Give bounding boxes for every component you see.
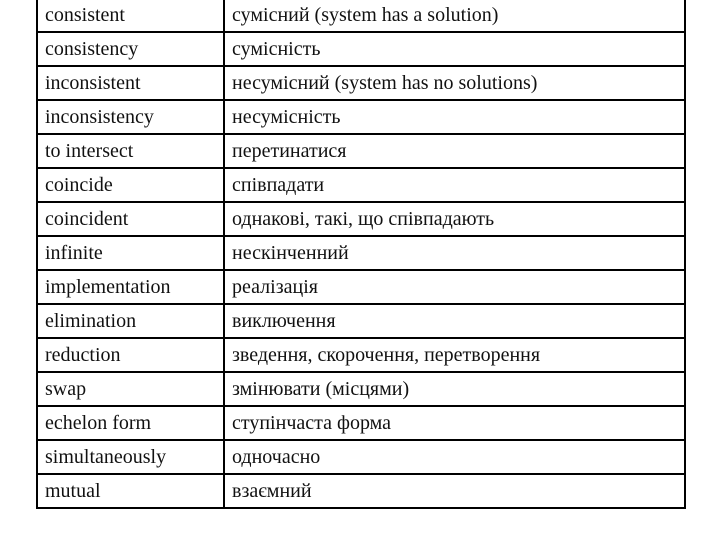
- translation-cell: несумісний (system has no solutions): [223, 65, 686, 101]
- table-row: infinite нескінченний: [36, 235, 686, 271]
- translation-cell: сумісний (system has a solution): [223, 0, 686, 33]
- glossary-table: consistent сумісний (system has a soluti…: [36, 0, 686, 509]
- table-row: coincident однакові, такі, що співпадают…: [36, 201, 686, 237]
- translation-cell: несумісність: [223, 99, 686, 135]
- term-cell: swap: [36, 371, 225, 407]
- table-row: reduction зведення, скорочення, перетвор…: [36, 337, 686, 373]
- translation-cell: зведення, скорочення, перетворення: [223, 337, 686, 373]
- translation-cell: реалізація: [223, 269, 686, 305]
- table-row: elimination виключення: [36, 303, 686, 339]
- table-row: to intersect перетинатися: [36, 133, 686, 169]
- translation-cell: взаємний: [223, 473, 686, 509]
- term-cell: coincident: [36, 201, 225, 237]
- term-cell: simultaneously: [36, 439, 225, 475]
- table-row: consistency сумісність: [36, 31, 686, 67]
- term-cell: infinite: [36, 235, 225, 271]
- term-cell: to intersect: [36, 133, 225, 169]
- table-row: simultaneously одночасно: [36, 439, 686, 475]
- translation-cell: ступінчаста форма: [223, 405, 686, 441]
- term-cell: echelon form: [36, 405, 225, 441]
- term-cell: mutual: [36, 473, 225, 509]
- term-cell: implementation: [36, 269, 225, 305]
- table-row: inconsistency несумісність: [36, 99, 686, 135]
- translation-cell: однакові, такі, що співпадають: [223, 201, 686, 237]
- term-cell: reduction: [36, 337, 225, 373]
- term-cell: consistent: [36, 0, 225, 33]
- term-cell: coincide: [36, 167, 225, 203]
- table-row: swap змінювати (місцями): [36, 371, 686, 407]
- table-row: inconsistent несумісний (system has no s…: [36, 65, 686, 101]
- term-cell: inconsistent: [36, 65, 225, 101]
- term-cell: elimination: [36, 303, 225, 339]
- table-row: consistent сумісний (system has a soluti…: [36, 0, 686, 33]
- translation-cell: співпадати: [223, 167, 686, 203]
- term-cell: inconsistency: [36, 99, 225, 135]
- table-row: echelon form ступінчаста форма: [36, 405, 686, 441]
- term-cell: consistency: [36, 31, 225, 67]
- translation-cell: нескінченний: [223, 235, 686, 271]
- translation-cell: змінювати (місцями): [223, 371, 686, 407]
- translation-cell: перетинатися: [223, 133, 686, 169]
- glossary-table-body: consistent сумісний (system has a soluti…: [36, 0, 686, 509]
- table-row: coincide співпадати: [36, 167, 686, 203]
- table-row: implementation реалізація: [36, 269, 686, 305]
- translation-cell: сумісність: [223, 31, 686, 67]
- translation-cell: виключення: [223, 303, 686, 339]
- translation-cell: одночасно: [223, 439, 686, 475]
- table-row: mutual взаємний: [36, 473, 686, 509]
